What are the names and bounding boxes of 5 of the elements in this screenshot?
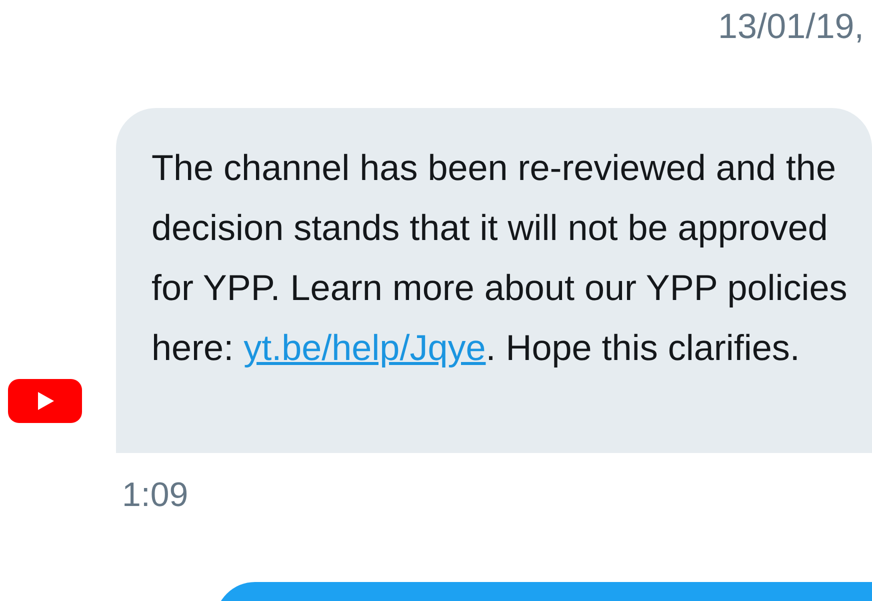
help-link[interactable]: yt.be/help/Jqye <box>244 327 486 368</box>
message-text: The channel has been re-reviewed and the decision stands that it will not be approved for YPP. Learn more about our YPP policies here: yt.be/help/Jqye. Hope this clarifies. <box>152 146 848 370</box>
message-time: 1:09 <box>122 476 188 514</box>
date-header: 13/01/19, <box>718 6 865 48</box>
play-logo-icon <box>8 379 82 423</box>
